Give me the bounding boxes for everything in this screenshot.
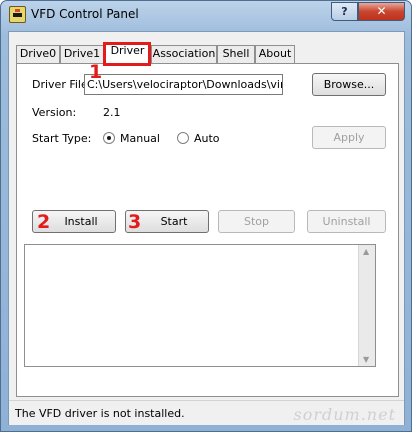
apply-button[interactable]: Apply	[312, 126, 386, 149]
app-icon	[9, 6, 26, 23]
main-window: VFD Control Panel ? ✕ Drive0 Drive1 Driv…	[0, 0, 412, 432]
auto-radio[interactable]	[177, 132, 189, 144]
browse-button[interactable]: Browse...	[312, 73, 386, 96]
tab-association[interactable]: Association	[151, 45, 217, 63]
driver-file-label: Driver File:	[32, 78, 92, 91]
status-bar: The VFD driver is not installed. sordum.…	[9, 400, 404, 425]
tab-driver[interactable]: Driver	[104, 42, 151, 64]
status-text: The VFD driver is not installed.	[15, 407, 185, 420]
manual-radio[interactable]	[103, 132, 115, 144]
manual-radio-label[interactable]: Manual	[120, 132, 160, 145]
step-2-marker: 2	[37, 211, 51, 233]
tab-about[interactable]: About	[255, 45, 295, 63]
version-label: Version:	[32, 106, 77, 119]
client-area: Drive0 Drive1 Driver Association Shell A…	[8, 31, 405, 425]
window-title: VFD Control Panel	[31, 7, 139, 21]
stop-button[interactable]: Stop	[218, 210, 295, 233]
help-button[interactable]: ?	[331, 2, 358, 21]
start-type-label: Start Type:	[32, 132, 92, 145]
auto-radio-label[interactable]: Auto	[194, 132, 220, 145]
tab-drive0[interactable]: Drive0	[16, 45, 60, 63]
step-1-marker: 1	[89, 61, 103, 83]
title-bar[interactable]: VFD Control Panel ? ✕	[1, 1, 411, 31]
uninstall-button[interactable]: Uninstall	[307, 210, 386, 233]
scroll-up-icon[interactable]: ▲	[363, 247, 369, 256]
log-scrollbar[interactable]: ▲ ▼	[358, 245, 375, 366]
step-3-marker: 3	[128, 211, 142, 233]
scroll-down-icon[interactable]: ▼	[363, 355, 369, 364]
driver-file-input[interactable]: C:\Users\velociraptor\Downloads\virtual\	[84, 74, 283, 95]
log-area[interactable]: ▲ ▼	[24, 244, 376, 367]
watermark-text: sordum.net	[293, 405, 396, 424]
tab-shell[interactable]: Shell	[217, 45, 255, 63]
close-button[interactable]: ✕	[358, 2, 405, 21]
version-value: 2.1	[103, 106, 121, 119]
